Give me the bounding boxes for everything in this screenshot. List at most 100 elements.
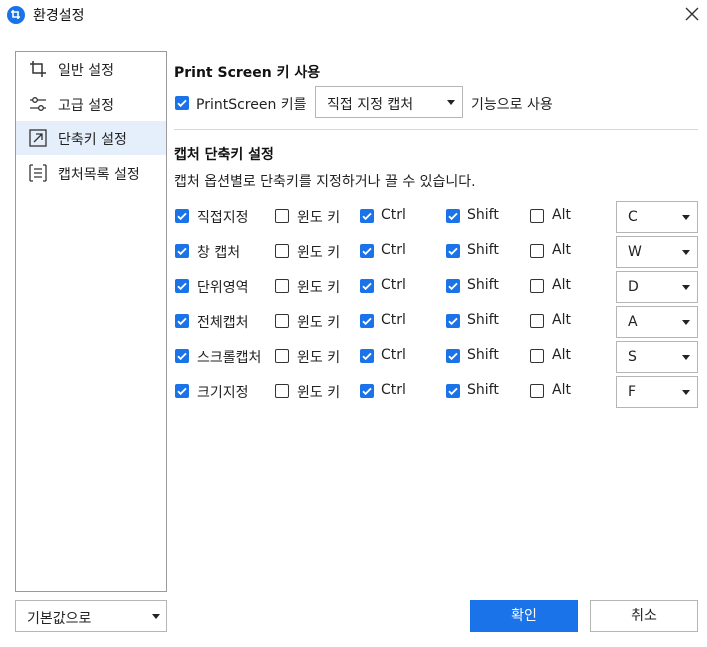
shortcut-section-title: 캡처 단축키 설정 (174, 147, 274, 163)
ctrl-checkbox[interactable] (360, 279, 374, 293)
ctrl-checkbox[interactable] (360, 209, 374, 223)
win-key-checkbox[interactable] (275, 314, 289, 328)
sidebar-item-label: 캡처목록 설정 (58, 167, 140, 183)
win-key-checkbox[interactable] (275, 279, 289, 293)
shortcut-enable-checkbox[interactable] (175, 384, 189, 398)
shortcut-key-select[interactable]: W (616, 236, 698, 268)
title-bar: 환경설정 (0, 0, 707, 30)
win-key-label: 윈도 키 (297, 280, 341, 296)
shortcut-name-label: 직접지정 (197, 210, 249, 226)
ctrl-label: Ctrl (381, 242, 406, 258)
chevron-down-icon (682, 215, 690, 220)
win-key-label: 윈도 키 (297, 315, 341, 331)
shortcut-key-value: A (628, 314, 638, 330)
shift-checkbox[interactable] (446, 349, 460, 363)
sidebar-item-capture-list[interactable]: 캡처목록 설정 (16, 156, 166, 190)
shortcut-key-value: F (628, 384, 637, 400)
shortcut-key-select[interactable]: A (616, 306, 698, 338)
shortcut-key-select[interactable]: C (616, 201, 698, 233)
shortcut-enable-checkbox[interactable] (175, 209, 189, 223)
shortcut-key-value: C (628, 209, 638, 225)
ctrl-checkbox[interactable] (360, 349, 374, 363)
chevron-down-icon (682, 250, 690, 255)
ctrl-label: Ctrl (381, 207, 406, 223)
alt-checkbox[interactable] (530, 244, 544, 258)
shortcut-arrow-icon (29, 129, 47, 147)
shift-checkbox[interactable] (446, 384, 460, 398)
sidebar: 일반 설정 고급 설정 단축키 설정 캡처목록 설정 (15, 51, 167, 592)
shortcut-enable-checkbox[interactable] (175, 314, 189, 328)
ctrl-checkbox[interactable] (360, 384, 374, 398)
shift-label: Shift (467, 347, 499, 363)
alt-label: Alt (552, 382, 571, 398)
shortcut-description: 캡처 옵션별로 단축키를 지정하거나 끌 수 있습니다. (174, 174, 476, 190)
printscreen-checkbox-label: PrintScreen 키를 (196, 97, 307, 113)
crop-icon (29, 60, 47, 78)
win-key-checkbox[interactable] (275, 349, 289, 363)
defaults-select[interactable]: 기본값으로 (15, 600, 167, 632)
alt-checkbox[interactable] (530, 279, 544, 293)
chevron-down-icon (152, 614, 160, 619)
alt-checkbox[interactable] (530, 209, 544, 223)
chevron-down-icon (682, 320, 690, 325)
alt-checkbox[interactable] (530, 349, 544, 363)
win-key-checkbox[interactable] (275, 384, 289, 398)
win-key-checkbox[interactable] (275, 209, 289, 223)
shortcut-key-select[interactable]: S (616, 341, 698, 373)
shortcut-enable-checkbox[interactable] (175, 349, 189, 363)
shift-checkbox[interactable] (446, 209, 460, 223)
printscreen-checkbox[interactable] (175, 96, 189, 110)
shift-checkbox[interactable] (446, 244, 460, 258)
printscreen-mode-select[interactable]: 직접 지정 캡처 (315, 86, 463, 118)
sidebar-item-advanced[interactable]: 고급 설정 (16, 87, 166, 121)
shortcut-name-label: 창 캡처 (197, 245, 241, 261)
win-key-checkbox[interactable] (275, 244, 289, 258)
shortcut-enable-checkbox[interactable] (175, 279, 189, 293)
chevron-down-icon (682, 355, 690, 360)
sidebar-item-shortcuts[interactable]: 단축키 설정 (16, 121, 166, 155)
win-key-label: 윈도 키 (297, 350, 341, 366)
chevron-down-icon (682, 285, 690, 290)
sliders-icon (29, 95, 47, 113)
ctrl-label: Ctrl (381, 312, 406, 328)
shortcut-key-select[interactable]: D (616, 271, 698, 303)
cancel-button[interactable]: 취소 (590, 600, 698, 632)
sidebar-item-label: 고급 설정 (58, 98, 114, 114)
ctrl-checkbox[interactable] (360, 314, 374, 328)
shortcut-enable-checkbox[interactable] (175, 244, 189, 258)
ctrl-label: Ctrl (381, 277, 406, 293)
section-divider (174, 129, 698, 130)
shift-label: Shift (467, 242, 499, 258)
shortcut-key-select[interactable]: F (616, 376, 698, 408)
close-icon[interactable] (680, 2, 704, 26)
shift-label: Shift (467, 312, 499, 328)
shift-label: Shift (467, 207, 499, 223)
shift-checkbox[interactable] (446, 314, 460, 328)
shortcut-name-label: 스크롤캡처 (197, 350, 262, 366)
shortcut-key-value: S (628, 349, 637, 365)
alt-label: Alt (552, 207, 571, 223)
shift-label: Shift (467, 382, 499, 398)
alt-checkbox[interactable] (530, 314, 544, 328)
win-key-label: 윈도 키 (297, 245, 341, 261)
printscreen-suffix: 기능으로 사용 (471, 97, 553, 113)
printscreen-mode-value: 직접 지정 캡처 (327, 97, 414, 113)
ctrl-label: Ctrl (381, 347, 406, 363)
alt-label: Alt (552, 347, 571, 363)
shift-label: Shift (467, 277, 499, 293)
alt-label: Alt (552, 312, 571, 328)
win-key-label: 윈도 키 (297, 210, 341, 226)
capture-list-icon (29, 164, 47, 182)
print-screen-section-title: Print Screen 키 사용 (174, 65, 321, 81)
chevron-down-icon (682, 390, 690, 395)
sidebar-item-label: 일반 설정 (58, 63, 114, 79)
ctrl-checkbox[interactable] (360, 244, 374, 258)
defaults-value: 기본값으로 (27, 611, 92, 627)
sidebar-item-general[interactable]: 일반 설정 (16, 52, 166, 86)
shift-checkbox[interactable] (446, 279, 460, 293)
alt-label: Alt (552, 242, 571, 258)
sidebar-item-label: 단축키 설정 (58, 132, 127, 148)
alt-checkbox[interactable] (530, 384, 544, 398)
window-title: 환경설정 (33, 8, 85, 24)
ok-button[interactable]: 확인 (470, 600, 578, 632)
